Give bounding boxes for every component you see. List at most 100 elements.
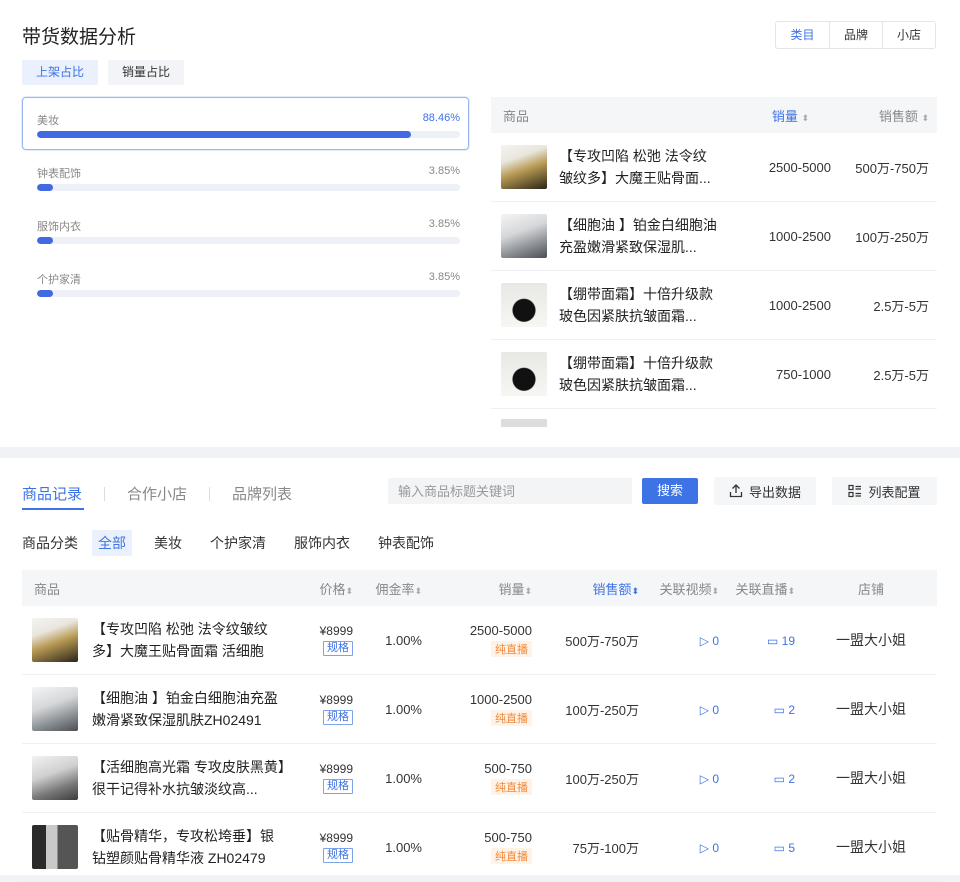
records-tabs: 商品记录 合作小店 品牌列表 <box>22 483 292 504</box>
sort-icon: ⬍ <box>787 585 795 596</box>
col-commission[interactable]: 佣金率⬍ <box>353 579 422 598</box>
commission-rate: 1.00% <box>385 701 422 717</box>
product-title[interactable]: 【绷带面霜】十倍升级款玻色因紧肤抗皱面霜... <box>559 352 717 396</box>
live-count: 2 <box>788 702 795 717</box>
tab-partner-shops[interactable]: 合作小店 <box>127 483 187 504</box>
shop-name[interactable]: 一盟大小姐 <box>795 837 937 857</box>
progress-fill <box>37 237 54 244</box>
tab-sales-ratio[interactable]: 销量占比 <box>108 60 185 85</box>
live-count: 2 <box>788 771 795 786</box>
export-data-button[interactable]: 导出数据 <box>714 477 816 505</box>
live-only-tag: 纯直播 <box>491 848 532 864</box>
video-count-link[interactable]: ▷ 0 <box>639 702 719 717</box>
shop-name[interactable]: 一盟大小姐 <box>795 699 937 719</box>
commission-rate: 1.00% <box>385 770 422 786</box>
play-icon: ▷ <box>699 702 713 717</box>
product-thumbnail <box>501 283 547 327</box>
tab-product-records[interactable]: 商品记录 <box>22 483 82 504</box>
product-price: ¥8999 <box>319 831 353 845</box>
seg-category[interactable]: 类目 <box>776 22 829 48</box>
spec-badge[interactable]: 规格 <box>323 848 353 863</box>
filter-personal-care[interactable]: 个护家清 <box>204 530 272 556</box>
product-title[interactable]: 【活细胞高光霜 专攻皮肤黑黄】很干记得补水抗皱淡纹高... <box>92 756 287 800</box>
col-sales[interactable]: 销量 ⬍ <box>717 106 817 125</box>
table-header: 商品 价格⬍ 佣金率⬍ 销量⬍ 销售额⬍ 关联视频⬍ 关联直播⬍ 店铺 <box>22 570 937 606</box>
camera-icon: ▭ <box>773 771 789 786</box>
table-row[interactable]: 【绷带面霜】十倍升级款玻色因紧肤抗皱面霜... 1000-2500 2.5万-5… <box>491 271 937 340</box>
product-sales: 750-1000 <box>776 366 831 382</box>
category-item[interactable]: 服饰内衣 3.85% <box>22 203 469 256</box>
product-price: ¥8999 <box>319 693 353 707</box>
col-revenue[interactable]: 销售额 ⬍ <box>817 106 937 125</box>
filter-all[interactable]: 全部 <box>92 530 132 556</box>
category-item[interactable]: 个护家清 3.85% <box>22 256 469 309</box>
play-icon: ▷ <box>699 771 713 786</box>
col-revenue-label: 销售额 <box>592 581 632 597</box>
play-icon: ▷ <box>699 840 713 855</box>
page-title: 带货数据分析 <box>22 27 137 48</box>
table-row[interactable]: 【专攻凹陷 松弛 法令纹皱纹多】大魔王贴骨面... 2500-5000 500万… <box>491 133 937 202</box>
filter-beauty[interactable]: 美妆 <box>148 530 188 556</box>
product-title[interactable]: 【绷带面霜】十倍升级款玻色因紧肤抗皱面霜... <box>559 283 717 327</box>
table-row[interactable]: 【专攻凹陷 松弛 法令纹皱纹多】大魔王贴骨面霜 活细胞科... ¥8999规格 … <box>22 606 937 675</box>
spec-badge[interactable]: 规格 <box>323 710 353 725</box>
seg-brand[interactable]: 品牌 <box>829 22 882 48</box>
product-sales: 500-750 <box>484 830 532 845</box>
sort-icon: ⬍ <box>921 112 929 123</box>
upload-icon <box>729 484 743 498</box>
spec-badge[interactable]: 规格 <box>323 779 353 794</box>
col-commission-label: 佣金率 <box>375 581 415 597</box>
table-row[interactable]: 【绷带面霜】十倍升级款玻色因紧肤抗皱面霜... 750-1000 2.5万-5万 <box>491 340 937 409</box>
product-title[interactable]: 【专攻凹陷 松弛 法令纹皱纹多】大魔王贴骨面霜 活细胞科... <box>92 618 287 662</box>
table-row[interactable]: 【活细胞高光霜 专攻皮肤黑黄】很干记得补水抗皱淡纹高... ¥8999 规格 1.… <box>22 744 937 813</box>
product-title[interactable]: 【细胞油 】铂金白细胞油充盈嫩滑紧致保湿肌肤ZH02491 <box>92 687 287 731</box>
live-count-link[interactable]: ▭ 19 <box>719 633 795 648</box>
analysis-panel: 带货数据分析 类目 品牌 小店 上架占比 销量占比 美妆 88.46% 钟表配饰… <box>0 0 960 447</box>
shop-name[interactable]: 一盟大小姐 <box>795 768 937 788</box>
live-count: 5 <box>788 840 795 855</box>
col-product: 商品 <box>34 581 61 597</box>
product-title[interactable]: 【贴骨精华，专攻松垮垂】银钻塑颜贴骨精华液 ZH02479 <box>92 825 287 869</box>
search-input[interactable] <box>388 478 632 504</box>
commission-rate: 1.00% <box>385 839 422 855</box>
filter-apparel[interactable]: 服饰内衣 <box>288 530 356 556</box>
shop-name[interactable]: 一盟大小姐 <box>795 630 937 650</box>
category-name: 钟表配饰 <box>37 168 81 180</box>
live-count-link[interactable]: ▭ 5 <box>719 840 795 855</box>
table-row[interactable]: 【贴骨精华，专攻松垮垂】银钻塑颜贴骨精华液 ZH02479 ¥8999 规格 1.… <box>22 813 937 882</box>
product-title[interactable]: 【细胞油 】铂金白细胞油充盈嫩滑紧致保湿肌... <box>559 214 717 258</box>
category-percent: 88.46% <box>422 112 460 124</box>
product-title[interactable]: 【专攻凹陷 松弛 法令纹皱纹多】大魔王贴骨面... <box>559 145 717 189</box>
table-row[interactable]: 【细胞油 】铂金白细胞油充盈嫩滑紧致保湿肌肤ZH02491 ¥8999 规格 1.… <box>22 675 937 744</box>
video-count-link[interactable]: ▷ 0 <box>639 840 719 855</box>
list-config-button[interactable]: 列表配置 <box>832 477 937 505</box>
col-video[interactable]: 关联视频⬍ <box>639 579 719 598</box>
live-count-link[interactable]: ▭ 2 <box>719 702 795 717</box>
category-item[interactable]: 美妆 88.46% <box>22 97 469 150</box>
live-count-link[interactable]: ▭ 2 <box>719 771 795 786</box>
tab-listing-ratio[interactable]: 上架占比 <box>22 60 99 85</box>
spec-badge[interactable]: 规格 <box>323 641 353 656</box>
product-revenue: 2.5万-5万 <box>873 367 929 383</box>
tab-brand-list[interactable]: 品牌列表 <box>232 483 292 504</box>
tab-divider <box>209 486 211 501</box>
col-price-label: 价格 <box>319 581 346 597</box>
col-live[interactable]: 关联直播⬍ <box>719 579 795 598</box>
sort-icon: ⬍ <box>524 585 532 596</box>
seg-shop[interactable]: 小店 <box>882 22 935 48</box>
col-revenue[interactable]: 销售额⬍ <box>532 579 639 598</box>
video-count: 0 <box>712 633 719 648</box>
filter-watches[interactable]: 钟表配饰 <box>372 530 440 556</box>
product-thumbnail <box>501 419 547 427</box>
col-price[interactable]: 价格⬍ <box>305 579 353 598</box>
category-item[interactable]: 钟表配饰 3.85% <box>22 150 469 203</box>
search-button[interactable]: 搜索 <box>642 478 698 504</box>
product-sales: 500-750 <box>484 761 532 776</box>
col-sales[interactable]: 销量⬍ <box>422 579 532 598</box>
table-row[interactable]: 【细胞油 】铂金白细胞油充盈嫩滑紧致保湿肌... 1000-2500 100万-… <box>491 202 937 271</box>
category-name: 服饰内衣 <box>37 221 81 233</box>
video-count-link[interactable]: ▷ 0 <box>639 771 719 786</box>
video-count-link[interactable]: ▷ 0 <box>639 633 719 648</box>
tab-divider <box>104 486 106 501</box>
product-thumbnail <box>32 618 78 662</box>
